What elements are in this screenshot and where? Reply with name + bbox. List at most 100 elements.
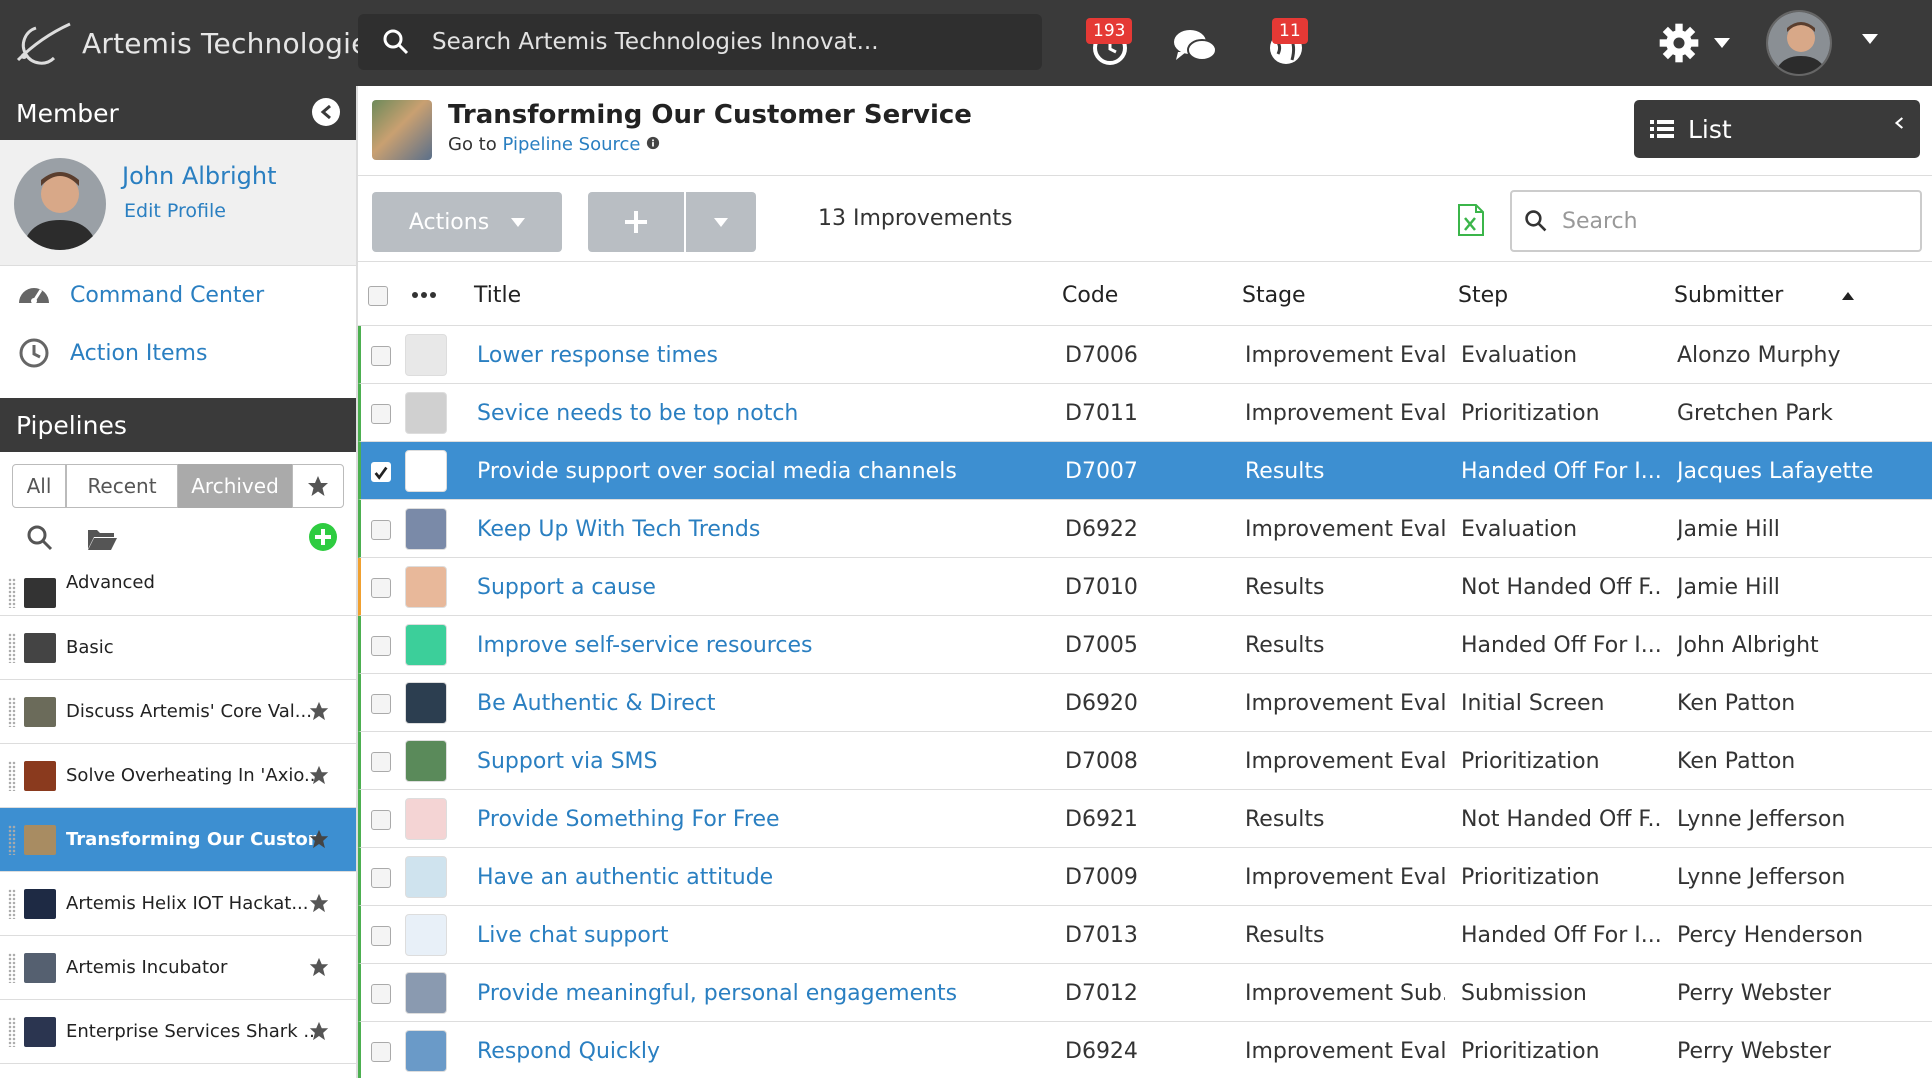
- row-checkbox[interactable]: [371, 578, 391, 598]
- improvements-count: 13 Improvements: [818, 206, 1013, 231]
- cell-title[interactable]: Support via SMS: [477, 732, 657, 790]
- cell-title[interactable]: Support a cause: [477, 558, 656, 616]
- column-header-title[interactable]: Title: [474, 264, 521, 326]
- table-row[interactable]: Improve self-service resources D7005 Resul…: [358, 616, 1932, 674]
- info-icon[interactable]: [646, 136, 660, 150]
- filter-tab-archived[interactable]: Archived: [178, 464, 292, 508]
- member-name-link[interactable]: John Albright: [122, 162, 277, 190]
- cell-title[interactable]: Have an authentic attitude: [477, 848, 773, 906]
- edit-profile-link[interactable]: Edit Profile: [124, 200, 226, 222]
- collapse-sidebar-button[interactable]: [312, 98, 340, 126]
- row-checkbox[interactable]: [371, 810, 391, 830]
- row-checkbox[interactable]: [371, 984, 391, 1004]
- messages-button[interactable]: [1170, 20, 1220, 70]
- drag-handle-icon[interactable]: [8, 696, 16, 727]
- filter-tab-all[interactable]: All: [12, 464, 66, 508]
- drag-handle-icon[interactable]: [8, 952, 16, 983]
- table-row[interactable]: Support via SMS D7008 Improvement Eval... P…: [358, 732, 1932, 790]
- table-row[interactable]: Provide Something For Free D6921 Results No…: [358, 790, 1932, 848]
- star-icon[interactable]: [308, 956, 330, 978]
- more-options-icon[interactable]: [412, 292, 436, 298]
- cell-title[interactable]: Lower response times: [477, 326, 718, 384]
- table-row[interactable]: Respond Quickly D6924 Improvement Eval... P…: [358, 1022, 1932, 1078]
- user-avatar[interactable]: [1766, 10, 1832, 76]
- drag-handle-icon[interactable]: [8, 577, 16, 608]
- excel-export-icon[interactable]: [1458, 204, 1484, 236]
- row-checkbox[interactable]: [371, 694, 391, 714]
- table-row[interactable]: Live chat support D7013 Results Handed Off …: [358, 906, 1932, 964]
- actions-dropdown-button[interactable]: Actions: [372, 192, 562, 252]
- alerts-button[interactable]: 11: [1262, 18, 1312, 70]
- table-row[interactable]: Provide meaningful, personal engagements…: [358, 964, 1932, 1022]
- sidebar-link-action-items[interactable]: Action Items: [0, 324, 356, 382]
- sort-ascending-icon[interactable]: [1842, 292, 1854, 300]
- row-checkbox[interactable]: [371, 404, 391, 424]
- star-icon[interactable]: [308, 764, 330, 786]
- add-options-dropdown-button[interactable]: [686, 192, 756, 252]
- pipeline-item[interactable]: Solve Overheating In 'Axio...: [0, 744, 356, 808]
- row-checkbox[interactable]: [371, 1042, 391, 1062]
- table-row[interactable]: Be Authentic & Direct D6920 Improvement Ev…: [358, 674, 1932, 732]
- cell-title[interactable]: Provide meaningful, personal engagements: [477, 964, 957, 1022]
- drag-handle-icon[interactable]: [8, 760, 16, 791]
- table-row[interactable]: Have an authentic attitude D7009 Improveme…: [358, 848, 1932, 906]
- notifications-button[interactable]: 193: [1086, 18, 1136, 70]
- filter-tab-recent[interactable]: Recent: [66, 464, 178, 508]
- pipeline-item[interactable]: Artemis Helix IOT Hackat...: [0, 872, 356, 936]
- settings-menu-button[interactable]: [1656, 18, 1740, 68]
- table-row[interactable]: Provide support over social media channe…: [358, 442, 1932, 500]
- row-checkbox[interactable]: [371, 752, 391, 772]
- improvements-search-input[interactable]: Search: [1510, 190, 1922, 252]
- pipeline-item[interactable]: Enterprise Services Shark ...: [0, 1000, 356, 1064]
- cell-title[interactable]: Keep Up With Tech Trends: [477, 500, 760, 558]
- member-avatar[interactable]: [14, 158, 106, 250]
- global-search-input[interactable]: Search Artemis Technologies Innovat...: [358, 14, 1042, 70]
- drag-handle-icon[interactable]: [8, 888, 16, 919]
- user-menu-chevron-icon[interactable]: [1862, 34, 1878, 44]
- pipeline-item[interactable]: Advanced: [0, 570, 356, 616]
- folder-open-icon[interactable]: [86, 524, 118, 552]
- drag-handle-icon[interactable]: [8, 1016, 16, 1047]
- column-header-step[interactable]: Step: [1458, 264, 1508, 326]
- cell-title[interactable]: Sevice needs to be top notch: [477, 384, 798, 442]
- column-header-submitter[interactable]: Submitter: [1674, 264, 1783, 326]
- row-checkbox[interactable]: [371, 462, 391, 482]
- row-checkbox[interactable]: [371, 926, 391, 946]
- table-row[interactable]: Lower response times D7006 Improvement Eva…: [358, 326, 1932, 384]
- star-icon[interactable]: [308, 700, 330, 722]
- list-icon: [1650, 120, 1674, 138]
- sidebar-link-command-center[interactable]: Command Center: [0, 266, 356, 324]
- star-icon[interactable]: [308, 828, 330, 850]
- add-improvement-button[interactable]: [588, 192, 684, 252]
- table-row[interactable]: Sevice needs to be top notch D7011 Improve…: [358, 384, 1932, 442]
- row-checkbox[interactable]: [371, 868, 391, 888]
- star-icon[interactable]: [308, 892, 330, 914]
- cell-title[interactable]: Be Authentic & Direct: [477, 674, 716, 732]
- drag-handle-icon[interactable]: [8, 632, 16, 663]
- select-all-checkbox[interactable]: [368, 286, 388, 306]
- column-header-stage[interactable]: Stage: [1242, 264, 1306, 326]
- table-row[interactable]: Support a cause D7010 Results Not Handed Of…: [358, 558, 1932, 616]
- pipeline-search-icon[interactable]: [26, 524, 54, 552]
- add-pipeline-icon[interactable]: [308, 522, 338, 552]
- pipeline-item[interactable]: Basic: [0, 616, 356, 680]
- pipeline-source-link[interactable]: Pipeline Source: [503, 134, 641, 155]
- row-checkbox[interactable]: [371, 636, 391, 656]
- filter-tab-favorites[interactable]: [292, 464, 344, 508]
- cell-title[interactable]: Live chat support: [477, 906, 669, 964]
- pipeline-item[interactable]: Artemis Incubator: [0, 936, 356, 1000]
- star-icon[interactable]: [308, 1020, 330, 1042]
- pipeline-item[interactable]: Discuss Artemis' Core Val...: [0, 680, 356, 744]
- cell-title[interactable]: Provide Something For Free: [477, 790, 780, 848]
- pipeline-item[interactable]: Transforming Our Custom...: [0, 808, 356, 872]
- row-checkbox[interactable]: [371, 520, 391, 540]
- cell-title[interactable]: Improve self-service resources: [477, 616, 812, 674]
- column-header-code[interactable]: Code: [1062, 264, 1118, 326]
- brand-logo[interactable]: Artemis Technologies: [14, 16, 383, 70]
- view-mode-button[interactable]: List: [1634, 100, 1920, 158]
- table-row[interactable]: Keep Up With Tech Trends D6922 Improvement…: [358, 500, 1932, 558]
- row-checkbox[interactable]: [371, 346, 391, 366]
- drag-handle-icon[interactable]: [8, 824, 16, 855]
- cell-title[interactable]: Provide support over social media channe…: [477, 442, 957, 500]
- cell-title[interactable]: Respond Quickly: [477, 1022, 660, 1078]
